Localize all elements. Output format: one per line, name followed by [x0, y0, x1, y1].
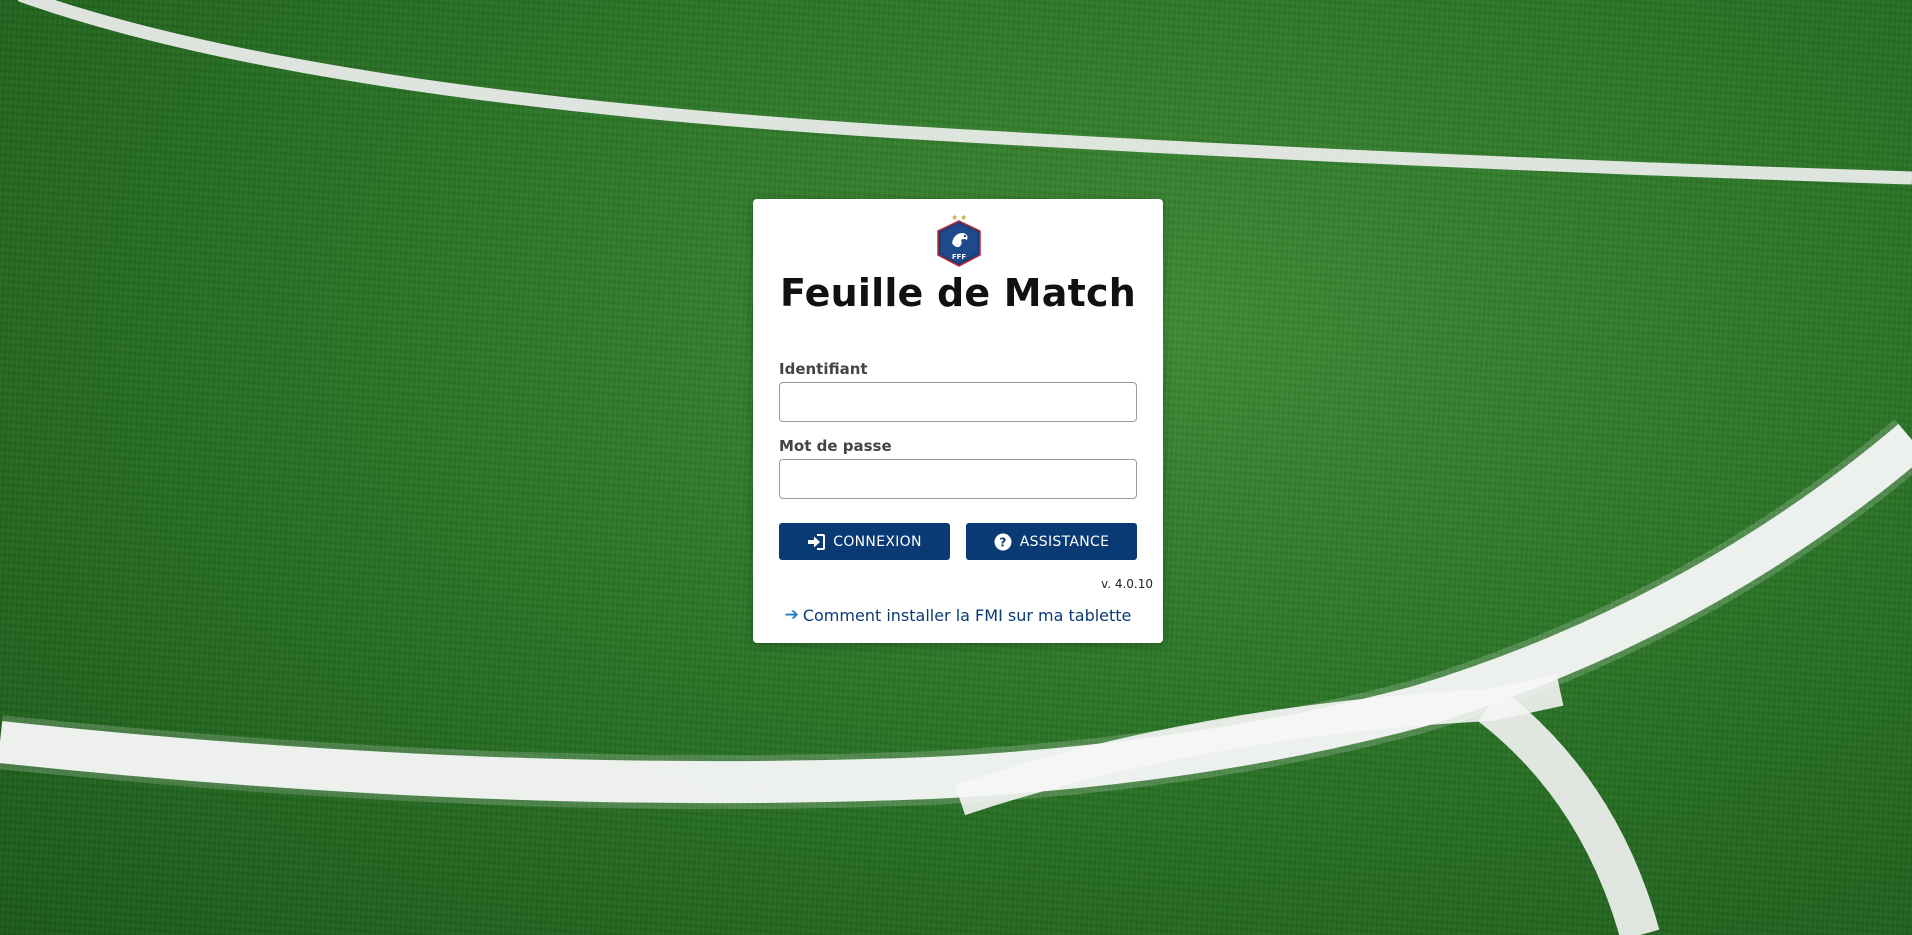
- assistance-button[interactable]: ? ASSISTANCE: [966, 523, 1137, 560]
- version-text: v. 4.0.10: [1101, 577, 1153, 591]
- install-help-link[interactable]: ➔ Comment installer la FMI sur ma tablet…: [753, 605, 1163, 625]
- install-help-link-label: Comment installer la FMI sur ma tablette: [802, 605, 1132, 625]
- password-label: Mot de passe: [779, 437, 892, 455]
- identifiant-input[interactable]: [779, 382, 1137, 422]
- pitch-line-top: [17, 0, 1912, 185]
- login-button[interactable]: CONNEXION: [779, 523, 950, 560]
- password-input[interactable]: [779, 459, 1137, 499]
- login-card: ★ ★ FFF Feuille de Match Identifiant Mot…: [753, 199, 1163, 643]
- pitch-line-corner-down: [1477, 689, 1660, 935]
- page-title: Feuille de Match: [780, 271, 1136, 315]
- svg-text:★: ★: [960, 213, 967, 222]
- login-button-label: CONNEXION: [833, 533, 922, 550]
- sign-in-icon: [807, 533, 826, 551]
- fff-crest-icon: ★ ★ FFF: [936, 211, 982, 267]
- svg-text:?: ?: [999, 535, 1006, 549]
- identifiant-label: Identifiant: [779, 360, 868, 378]
- arrow-right-icon: ➔: [784, 605, 799, 625]
- question-circle-icon: ?: [994, 533, 1012, 551]
- assistance-button-label: ASSISTANCE: [1019, 533, 1110, 550]
- svg-text:FFF: FFF: [952, 253, 967, 261]
- svg-text:★: ★: [951, 213, 958, 222]
